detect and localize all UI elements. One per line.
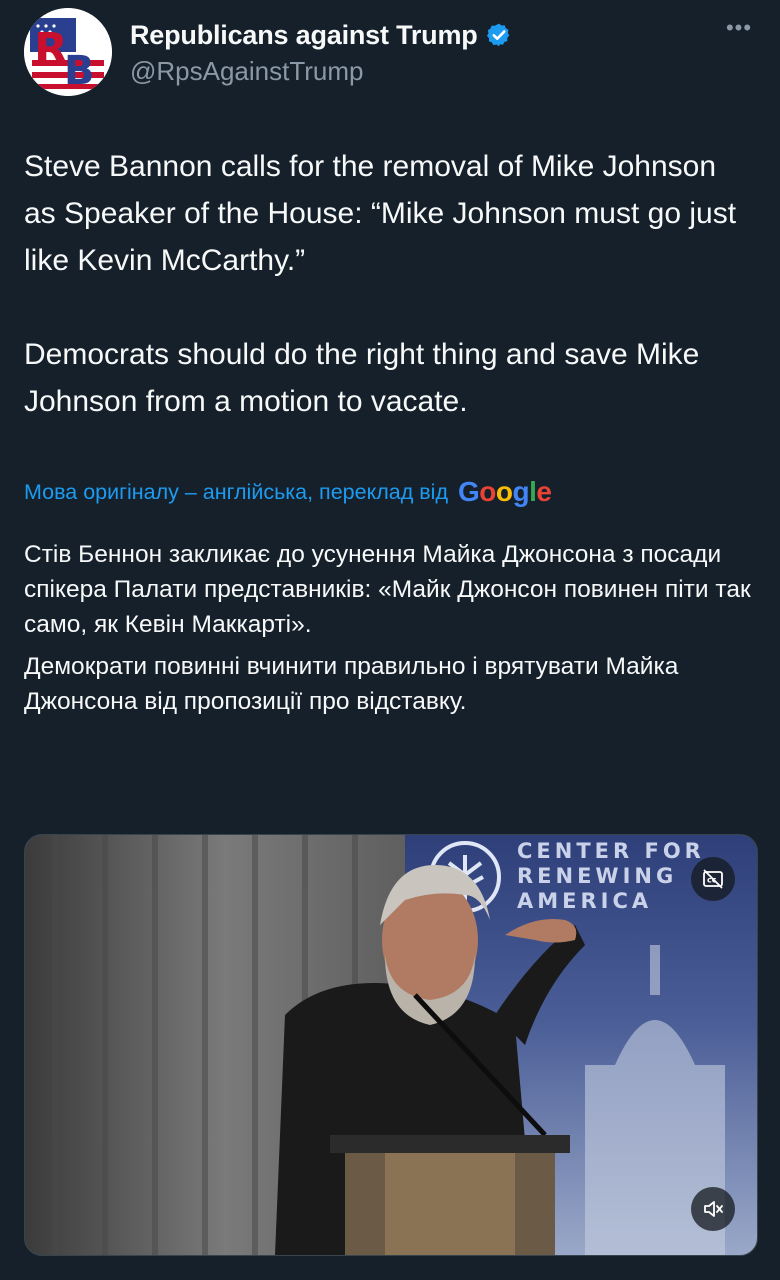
banner-line: AMERICA (517, 889, 653, 913)
more-options-icon[interactable]: ••• (722, 17, 756, 42)
author-name-row[interactable]: Republicans against Trump (130, 18, 512, 52)
svg-text:R: R (34, 24, 68, 75)
tweet-header: R B Republicans against Trump @RpsAgains… (24, 6, 760, 98)
translated-text: Стів Беннон закликає до усунення Майка Д… (24, 537, 764, 719)
translation-label[interactable]: Мова оригіналу – англійська, переклад ві… (24, 480, 448, 505)
speaker-muted-icon (704, 1201, 723, 1217)
translated-paragraph: Стів Беннон закликає до усунення Майка Д… (24, 541, 751, 638)
banner-line: RENEWING (517, 864, 678, 888)
tweet-paragraph: Steve Bannon calls for the removal of Mi… (24, 150, 737, 277)
google-logo: Google (458, 476, 552, 507)
avatar-logo-icon: R B (24, 8, 112, 96)
video-player[interactable]: CENTER FOR RENEWING AMERICA cc (24, 834, 758, 1256)
translation-attribution[interactable]: Мова оригіналу – англійська, переклад ві… (24, 472, 552, 512)
author-handle[interactable]: @RpsAgainstTrump (130, 56, 364, 87)
translated-paragraph: Демократи повинні вчинити правильно і вр… (24, 653, 679, 715)
svg-text:B: B (64, 48, 95, 94)
author-display-name[interactable]: Republicans against Trump (130, 20, 478, 51)
verified-badge-icon (486, 22, 512, 48)
mute-button[interactable] (691, 1187, 735, 1231)
tweet-paragraph: Democrats should do the right thing and … (24, 338, 700, 418)
captions-button[interactable]: cc (691, 857, 735, 901)
tweet-text: Steve Bannon calls for the removal of Mi… (24, 143, 744, 425)
video-banner-text: CENTER FOR RENEWING AMERICA (517, 839, 705, 914)
author-avatar[interactable]: R B (24, 8, 112, 96)
closed-captions-off-icon: cc (703, 869, 723, 889)
banner-line: CENTER FOR (517, 839, 705, 863)
